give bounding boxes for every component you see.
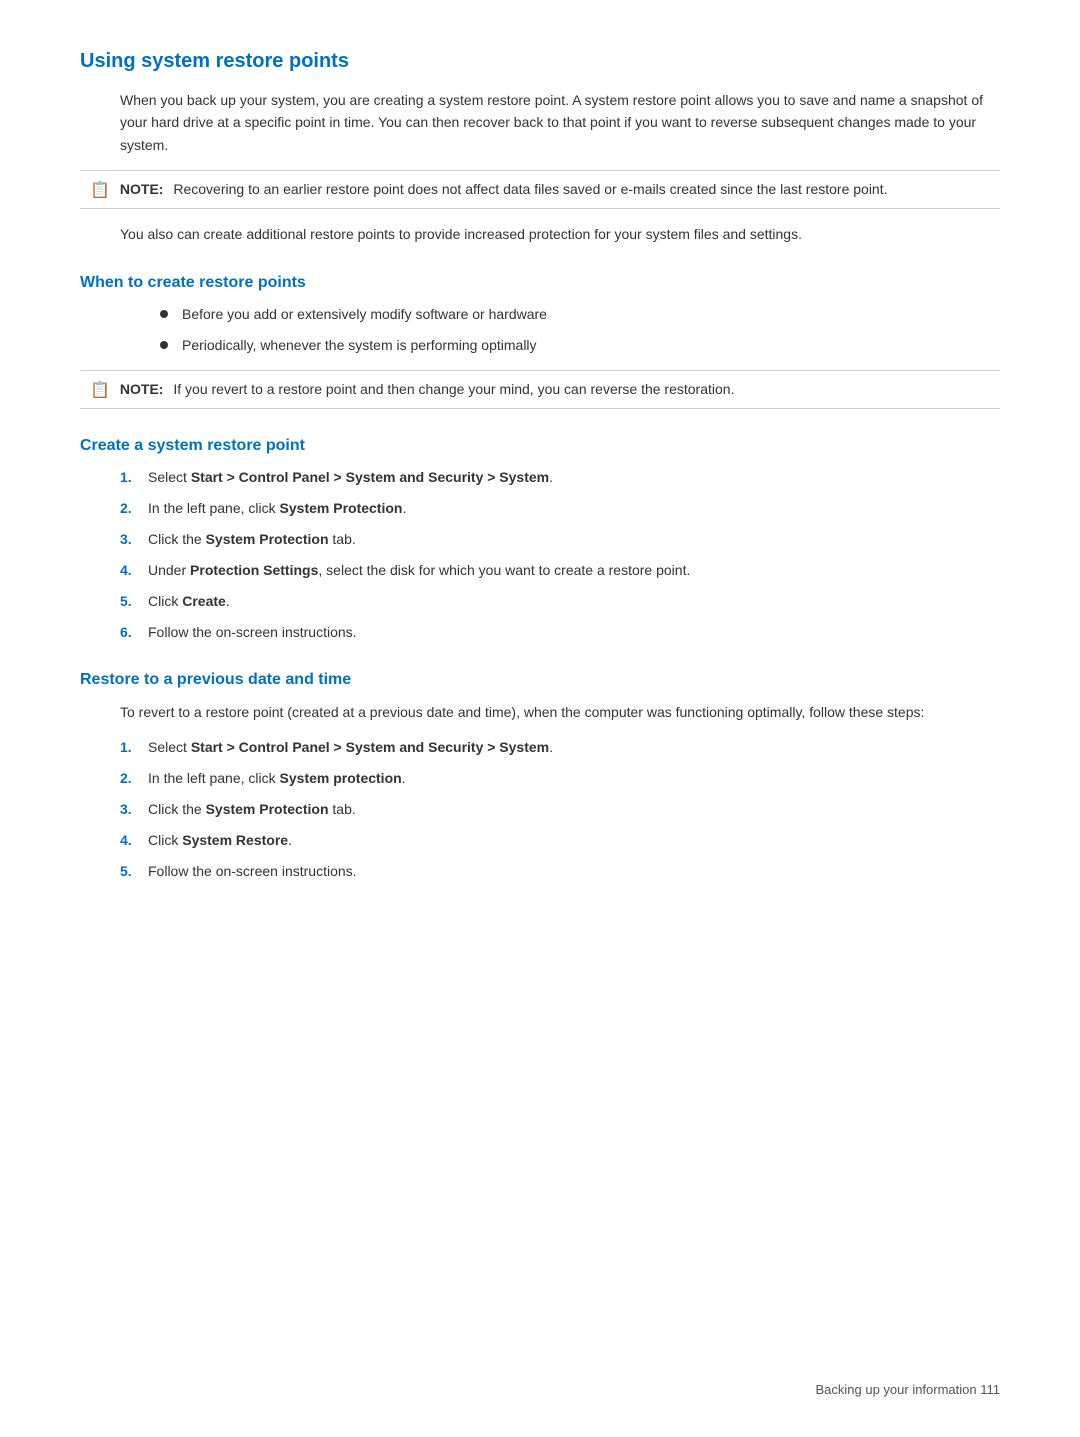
step-number: 6.	[120, 622, 148, 643]
note-text-2: NOTE: If you revert to a restore point a…	[120, 379, 735, 400]
note-box-1: 📋 NOTE: Recovering to an earlier restore…	[80, 170, 1000, 209]
table-row: 1. Select Start > Control Panel > System…	[120, 737, 1000, 758]
table-row: 5. Follow the on-screen instructions.	[120, 861, 1000, 882]
step-number: 5.	[120, 591, 148, 612]
table-row: 1. Select Start > Control Panel > System…	[120, 467, 1000, 488]
step-text: Follow the on-screen instructions.	[148, 861, 357, 882]
step-number: 4.	[120, 830, 148, 851]
step-text: Click System Restore.	[148, 830, 292, 851]
step-number: 2.	[120, 768, 148, 789]
step-text: Click Create.	[148, 591, 230, 612]
step-text: In the left pane, click System Protectio…	[148, 498, 406, 519]
table-row: 5. Click Create.	[120, 591, 1000, 612]
table-row: 4. Click System Restore.	[120, 830, 1000, 851]
step-number: 5.	[120, 861, 148, 882]
table-row: 6. Follow the on-screen instructions.	[120, 622, 1000, 643]
step-number: 3.	[120, 529, 148, 550]
note-content-1: Recovering to an earlier restore point d…	[173, 181, 887, 197]
step-number: 2.	[120, 498, 148, 519]
intro-paragraph-2: You also can create additional restore p…	[120, 223, 1000, 245]
when-to-create-title: When to create restore points	[80, 274, 1000, 292]
restore-previous-steps: 1. Select Start > Control Panel > System…	[120, 737, 1000, 882]
step-text: Click the System Protection tab.	[148, 799, 356, 820]
step-text: Click the System Protection tab.	[148, 529, 356, 550]
page-footer: Backing up your information 111	[815, 1382, 1000, 1397]
restore-previous-title: Restore to a previous date and time	[80, 671, 1000, 689]
note-label-2: NOTE:	[120, 381, 164, 397]
note-label-1: NOTE:	[120, 181, 164, 197]
note-text-1: NOTE: Recovering to an earlier restore p…	[120, 179, 888, 200]
table-row: 2. In the left pane, click System Protec…	[120, 498, 1000, 519]
step-number: 1.	[120, 737, 148, 758]
step-text: Select Start > Control Panel > System an…	[148, 467, 553, 488]
step-text: Under Protection Settings, select the di…	[148, 560, 690, 581]
note-content-2: If you revert to a restore point and the…	[173, 381, 734, 397]
step-text: In the left pane, click System protectio…	[148, 768, 406, 789]
note-icon-2: 📋	[90, 380, 110, 400]
step-number: 3.	[120, 799, 148, 820]
table-row: 2. In the left pane, click System protec…	[120, 768, 1000, 789]
step-text: Select Start > Control Panel > System an…	[148, 737, 553, 758]
create-restore-title: Create a system restore point	[80, 437, 1000, 455]
note-box-2: 📋 NOTE: If you revert to a restore point…	[80, 370, 1000, 409]
bullet-text-1: Before you add or extensively modify sof…	[182, 304, 547, 325]
when-to-create-bullets: Before you add or extensively modify sof…	[160, 304, 1000, 356]
list-item: Periodically, whenever the system is per…	[160, 335, 1000, 356]
main-title: Using system restore points	[80, 50, 1000, 73]
note-icon-1: 📋	[90, 180, 110, 200]
page-content: Using system restore points When you bac…	[80, 50, 1000, 882]
restore-previous-intro: To revert to a restore point (created at…	[120, 701, 1000, 723]
list-item: Before you add or extensively modify sof…	[160, 304, 1000, 325]
table-row: 3. Click the System Protection tab.	[120, 799, 1000, 820]
step-number: 4.	[120, 560, 148, 581]
bullet-dot	[160, 310, 168, 318]
bullet-text-2: Periodically, whenever the system is per…	[182, 335, 537, 356]
create-restore-steps: 1. Select Start > Control Panel > System…	[120, 467, 1000, 643]
step-number: 1.	[120, 467, 148, 488]
table-row: 4. Under Protection Settings, select the…	[120, 560, 1000, 581]
table-row: 3. Click the System Protection tab.	[120, 529, 1000, 550]
intro-paragraph-1: When you back up your system, you are cr…	[120, 89, 1000, 156]
bullet-dot	[160, 341, 168, 349]
step-text: Follow the on-screen instructions.	[148, 622, 357, 643]
